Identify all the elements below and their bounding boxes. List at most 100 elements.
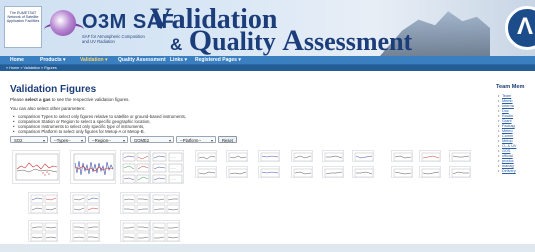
- site-title-assessment: ssessment: [303, 27, 413, 56]
- bullet-platform: comparison Platform to select only figur…: [13, 129, 145, 134]
- figure-plot-icon: [324, 168, 343, 177]
- figure-thumbnail[interactable]: [291, 166, 313, 178]
- sidebar-link[interactable]: Packag: [498, 124, 515, 128]
- sidebar-link[interactable]: Metop: [498, 139, 512, 143]
- figure-plot-icon: [122, 152, 149, 183]
- figure-plot-icon: [152, 222, 179, 241]
- nav-products[interactable]: Products ▾: [40, 56, 66, 64]
- figure-thumbnail[interactable]: [352, 150, 374, 162]
- figure-thumbnail[interactable]: [28, 192, 58, 214]
- sidebar-link[interactable]: Doc: [498, 109, 509, 113]
- reset-button[interactable]: Reset: [218, 136, 237, 143]
- figure-plot-icon: [15, 153, 59, 181]
- sidebar-link[interactable]: manag: [498, 164, 514, 168]
- figure-plot-icon: [293, 152, 312, 161]
- figure-thumbnail[interactable]: [226, 166, 248, 178]
- types-select-value: --Types--: [54, 138, 71, 143]
- sidebar-link[interactable]: GOS: [498, 149, 511, 153]
- figure-thumbnail[interactable]: [70, 192, 100, 214]
- region-select[interactable]: --Region-- ▾: [88, 136, 128, 143]
- figure-thumbnail[interactable]: [419, 150, 441, 162]
- figure-plot-icon: [30, 222, 57, 241]
- figure-thumbnail[interactable]: [419, 166, 441, 178]
- breadcrumb[interactable]: » Home » Validation » Figures: [6, 65, 57, 71]
- chevron-down-icon: ▾: [80, 138, 83, 143]
- nav-validation[interactable]: Validation ▾: [80, 56, 108, 64]
- partner-logo-icon[interactable]: [505, 6, 535, 50]
- figure-thumbnail[interactable]: [322, 166, 344, 178]
- main-nav: Home Products ▾ Validation ▾ Quality Ass…: [0, 56, 535, 65]
- nav-registered-pages[interactable]: Registered Pages ▾: [195, 56, 241, 64]
- svg-text:———: ———: [170, 157, 176, 159]
- site-title-v: V: [150, 2, 172, 35]
- figure-thumbnail[interactable]: [120, 192, 150, 214]
- o3m-saf-subtitle: SAF for Atmospheric Composition and UV R…: [82, 34, 145, 44]
- chevron-down-icon: ▾: [168, 138, 171, 143]
- sidebar-link[interactable]: produc: [498, 159, 514, 163]
- sidebar-link[interactable]: official: [498, 154, 513, 158]
- figure-plot-icon: [451, 168, 470, 177]
- figure-thumbnail[interactable]: [352, 166, 374, 178]
- figure-thumbnail[interactable]: [291, 150, 313, 162]
- o3m-globe-icon[interactable]: [50, 10, 76, 36]
- figure-thumbnail[interactable]: ——— ——— ———: [150, 150, 184, 184]
- figure-thumbnail[interactable]: [258, 166, 280, 178]
- nav-quality-assessment[interactable]: Quality Assessment: [118, 56, 166, 64]
- sidebar: Team Mem Team Memb Interna Doc Routin Gr…: [494, 84, 535, 244]
- sidebar-link[interactable]: Delivery: [498, 169, 516, 173]
- figure-thumbnail[interactable]: [120, 150, 150, 184]
- sidebar-link[interactable]: O₃ & UV: [498, 144, 517, 148]
- gas-select[interactable]: SO2 ▾: [10, 136, 48, 143]
- instrument-select[interactable]: GOME2 ▾: [130, 136, 174, 143]
- figure-thumbnail[interactable]: [195, 150, 217, 162]
- nav-home[interactable]: Home: [10, 56, 24, 64]
- page: The EUMETSAT Network of Satellite Applic…: [0, 0, 535, 252]
- sidebar-link[interactable]: Grant: [498, 119, 511, 123]
- figure-thumbnail[interactable]: [120, 220, 150, 242]
- figure-thumbnail[interactable]: [150, 220, 180, 242]
- figure-plot-icon: [228, 168, 247, 177]
- region-select-value: --Region--: [92, 138, 111, 143]
- svg-text:———: ———: [170, 179, 176, 181]
- figure-thumbnail[interactable]: [322, 150, 344, 162]
- eumetsat-logo[interactable]: The EUMETSAT Network of Satellite Applic…: [4, 6, 42, 48]
- footer-bar: [0, 244, 535, 252]
- sidebar-link[interactable]: Interna: [498, 104, 514, 108]
- figure-thumbnail[interactable]: [258, 150, 280, 162]
- figure-plot-icon: [122, 194, 149, 213]
- nav-links[interactable]: Links ▾: [170, 56, 187, 64]
- figure-thumbnail[interactable]: [70, 150, 116, 184]
- chevron-down-icon: ▾: [42, 138, 45, 143]
- figure-plot-icon: [122, 222, 149, 241]
- site-title-quality: uality: [212, 27, 283, 56]
- breadcrumb-bar: » Home » Validation » Figures: [0, 65, 535, 71]
- page-title: Validation Figures: [10, 84, 97, 95]
- intro-post: to see the respective validation figures…: [50, 97, 130, 102]
- gas-select-value: SO2: [14, 138, 23, 143]
- sidebar-link[interactable]: Team: [498, 94, 511, 98]
- sidebar-link[interactable]: Comm: [498, 134, 513, 138]
- figure-thumbnail[interactable]: [449, 150, 471, 162]
- figure-thumbnail[interactable]: [391, 166, 413, 178]
- figure-thumbnail[interactable]: [449, 166, 471, 178]
- figure-plot-icon: [73, 153, 115, 181]
- figure-thumbnail[interactable]: [226, 150, 248, 162]
- sidebar-link[interactable]: Memb: [498, 99, 512, 103]
- platform-select[interactable]: --Platform-- ▾: [176, 136, 216, 143]
- figure-thumbnail[interactable]: [28, 220, 58, 242]
- header-banner: The EUMETSAT Network of Satellite Applic…: [0, 0, 535, 56]
- chevron-down-icon: ▾: [210, 138, 213, 143]
- figure-thumbnail[interactable]: [195, 166, 217, 178]
- figure-thumbnail[interactable]: [12, 150, 60, 184]
- figure-thumbnail[interactable]: [150, 192, 180, 214]
- figure-thumbnail[interactable]: [391, 150, 413, 162]
- figure-plot-icon: [393, 168, 412, 177]
- figure-thumbnail[interactable]: [70, 220, 100, 242]
- sidebar-link[interactable]: Meteo: [498, 129, 512, 133]
- platform-select-value: --Platform--: [180, 138, 202, 143]
- figure-plot-icon: [354, 168, 373, 177]
- types-select[interactable]: --Types-- ▾: [50, 136, 86, 143]
- figure-plot-icon: ——— ——— ———: [152, 152, 183, 183]
- sidebar-link[interactable]: Routin: [498, 114, 513, 118]
- figure-plot-icon: [72, 222, 99, 241]
